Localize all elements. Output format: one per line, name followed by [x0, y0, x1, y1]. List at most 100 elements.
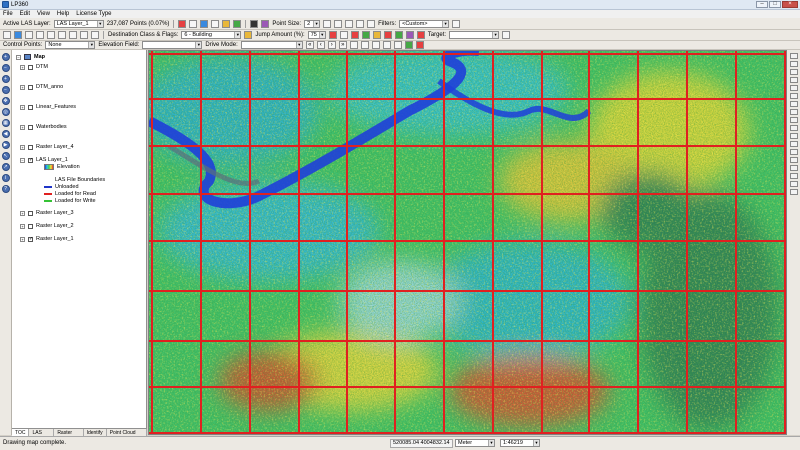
nav-up-icon[interactable]	[349, 41, 358, 49]
record-icon[interactable]	[350, 31, 359, 39]
toc-layer-raster-2[interactable]: + Raster Layer_2	[20, 223, 74, 229]
tool-3-icon[interactable]	[789, 69, 798, 75]
forward-icon[interactable]: ▶	[1, 141, 10, 149]
symbology-icon[interactable]	[261, 19, 270, 28]
arrow-icon[interactable]: ↗	[1, 163, 10, 171]
nav-left-icon[interactable]	[371, 41, 380, 49]
full-extent-icon[interactable]: ◎	[1, 108, 10, 116]
display-mode-icon[interactable]	[250, 19, 259, 28]
collapse-icon[interactable]: −	[16, 54, 21, 60]
select-features-icon[interactable]: ↖	[1, 152, 10, 160]
check-icon[interactable]	[404, 41, 413, 49]
tool-15-icon[interactable]	[789, 165, 798, 171]
menu-file[interactable]: File	[3, 11, 13, 17]
layer-checkbox[interactable]	[28, 124, 33, 130]
layers-icon[interactable]	[345, 19, 354, 28]
layer-checkbox[interactable]: ✓	[28, 157, 33, 163]
menu-help[interactable]: Help	[57, 11, 69, 17]
toc-layer-raster-3[interactable]: + Raster Layer_3	[20, 210, 74, 216]
layer-checkbox[interactable]	[28, 144, 33, 150]
target-options-icon[interactable]	[502, 31, 511, 39]
toc-layer-raster-4[interactable]: + Raster Layer_4	[20, 144, 74, 150]
undo-icon[interactable]	[69, 31, 77, 39]
tool-14-icon[interactable]	[789, 157, 798, 163]
target-select[interactable]: ▼	[449, 31, 500, 39]
tool-10-icon[interactable]	[789, 125, 798, 131]
tool-5-icon[interactable]	[789, 85, 798, 91]
last-icon[interactable]: »	[338, 41, 347, 49]
menu-license-type[interactable]: License Type	[76, 11, 111, 17]
units-select[interactable]: Meter ▼	[455, 439, 495, 447]
brush-icon[interactable]	[372, 31, 381, 39]
toc-layer-dtm[interactable]: + DTM	[20, 64, 48, 70]
zoom-fixed-out-icon[interactable]: −	[1, 86, 10, 94]
zoom-out-icon[interactable]: −	[1, 64, 10, 72]
next-icon[interactable]: ›	[327, 41, 336, 49]
tool-7-icon[interactable]	[789, 101, 798, 107]
layer-checkbox[interactable]: ✓	[28, 236, 33, 242]
toc-layer-las-1[interactable]: − ✓ LAS Layer_1	[20, 157, 68, 163]
menu-view[interactable]: View	[37, 11, 50, 17]
filter-icon[interactable]	[189, 19, 198, 28]
control-points-select[interactable]: None ▼	[45, 41, 96, 49]
fill-icon[interactable]	[394, 31, 403, 39]
elevation-field-select[interactable]: ▼	[142, 41, 203, 49]
target-icon[interactable]	[416, 31, 425, 39]
toc-layer-linear-features[interactable]: + Linear_Features	[20, 104, 76, 110]
play-icon[interactable]	[339, 31, 348, 39]
toc-layer-dtm-anno[interactable]: + DTM_anno	[20, 84, 63, 90]
paint-icon[interactable]	[361, 31, 370, 39]
layer-checkbox[interactable]	[28, 64, 33, 70]
point-size-select[interactable]: 2 ▼	[304, 19, 321, 28]
tool-16-icon[interactable]	[789, 173, 798, 179]
tool-12-icon[interactable]	[789, 141, 798, 147]
classify-icon[interactable]	[233, 19, 242, 28]
maximize-button[interactable]: □	[769, 1, 781, 8]
info-icon[interactable]: i	[1, 174, 10, 182]
filter-edit-icon[interactable]	[452, 19, 461, 28]
map-view[interactable]	[148, 50, 787, 435]
rgb-icon[interactable]	[222, 19, 231, 28]
filters-select[interactable]: <Custom> ▼	[399, 19, 450, 28]
erase-icon[interactable]	[383, 31, 392, 39]
tool-6-icon[interactable]	[789, 93, 798, 99]
destination-select[interactable]: 6 - Building ▼	[181, 31, 242, 39]
find-icon[interactable]: ?	[1, 185, 10, 193]
view-icon[interactable]	[211, 19, 220, 28]
nav-center-icon[interactable]	[393, 41, 402, 49]
grid-icon[interactable]	[323, 19, 332, 28]
drive-mode-select[interactable]: ▼	[240, 41, 303, 49]
triangle-icon[interactable]	[178, 19, 187, 28]
tool-1-icon[interactable]	[789, 53, 798, 59]
tool-11-icon[interactable]	[789, 133, 798, 139]
cancel-icon[interactable]	[415, 41, 424, 49]
layer-checkbox[interactable]	[28, 223, 33, 229]
stop-icon[interactable]	[328, 31, 337, 39]
export-icon[interactable]	[367, 19, 376, 28]
toc-root[interactable]: − Map	[16, 54, 45, 60]
menu-edit[interactable]: Edit	[20, 11, 30, 17]
jump-select[interactable]: 75 ▼	[307, 31, 326, 39]
layer-checkbox[interactable]	[28, 104, 33, 110]
redo-icon[interactable]	[80, 31, 88, 39]
active-las-select[interactable]: LAS Layer_1 ▼	[53, 19, 104, 28]
prev-icon[interactable]: ‹	[316, 41, 325, 49]
tool-13-icon[interactable]	[789, 149, 798, 155]
close-button[interactable]: ×	[782, 1, 798, 8]
nav-right-icon[interactable]	[382, 41, 391, 49]
select-icon[interactable]	[14, 31, 22, 39]
tool-9-icon[interactable]	[789, 117, 798, 123]
tool-8-icon[interactable]	[789, 109, 798, 115]
profile-icon[interactable]	[200, 19, 209, 28]
toc-layer-waterbodies[interactable]: + Waterbodies	[20, 124, 67, 130]
table-icon[interactable]	[334, 19, 343, 28]
circle-icon[interactable]	[47, 31, 55, 39]
pan-icon[interactable]: ✥	[1, 97, 10, 105]
first-icon[interactable]: «	[305, 41, 314, 49]
zoom-fixed-in-icon[interactable]: +	[1, 75, 10, 83]
settings-icon[interactable]	[356, 19, 365, 28]
zoom-in-icon[interactable]: +	[1, 53, 10, 61]
layer-checkbox[interactable]	[28, 210, 33, 216]
extent-grid-icon[interactable]: ▦	[1, 119, 10, 127]
polygon-icon[interactable]	[25, 31, 33, 39]
